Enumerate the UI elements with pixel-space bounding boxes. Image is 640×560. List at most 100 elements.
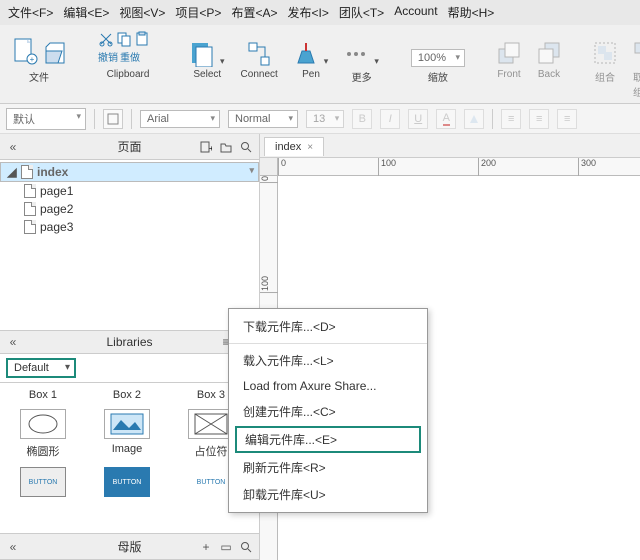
svg-text:+: + — [30, 55, 35, 64]
more-icon[interactable] — [344, 41, 368, 67]
widget-box2[interactable]: Box 2 — [88, 389, 166, 401]
panel-collapse-icon[interactable]: « — [6, 335, 20, 349]
library-dropdown[interactable]: Default — [6, 358, 76, 378]
page-item-2[interactable]: page2 — [0, 200, 259, 218]
zoom-group: 100% 缩放 — [407, 31, 469, 84]
menu-arrange[interactable]: 布置<A> — [231, 4, 277, 21]
file-group: + 文件 — [8, 31, 70, 84]
clipboard-group: 撤销 重做 Clipboard — [94, 31, 162, 80]
ungroup-icon — [633, 41, 640, 67]
page-icon — [24, 202, 36, 216]
page-root[interactable]: ◢ index — [0, 162, 259, 182]
ctx-import-library[interactable]: 载入元件库...<L> — [229, 347, 427, 374]
panel-collapse-icon[interactable]: « — [6, 540, 20, 554]
search-pages-icon[interactable] — [239, 140, 253, 154]
widget-box1[interactable]: Box 1 — [4, 389, 82, 401]
page-icon — [24, 184, 36, 198]
group-group[interactable]: 组合 — [589, 31, 621, 84]
add-folder-icon[interactable] — [219, 140, 233, 154]
svg-text:+: + — [209, 144, 212, 153]
connect-icon[interactable] — [247, 41, 271, 67]
bold-button[interactable]: B — [352, 109, 372, 129]
menu-account[interactable]: Account — [394, 4, 437, 21]
expand-icon[interactable]: ◢ — [7, 165, 17, 179]
align-right-button[interactable]: ≡ — [557, 109, 577, 129]
back-icon — [537, 41, 561, 67]
zoom-select[interactable]: 100% — [411, 49, 465, 67]
canvas-tabstrip: index× — [260, 134, 640, 158]
align-center-button[interactable]: ≡ — [529, 109, 549, 129]
ungroup-group[interactable]: 取消组合 — [629, 31, 640, 99]
group-icon — [593, 41, 617, 67]
italic-button[interactable]: I — [380, 109, 400, 129]
menu-project[interactable]: 项目<P> — [175, 4, 221, 21]
ruler-horizontal: 0 100 200 300 — [278, 158, 640, 176]
underline-button[interactable]: U — [408, 109, 428, 129]
ctx-refresh-library[interactable]: 刷新元件库<R> — [229, 454, 427, 481]
pen-icon[interactable] — [294, 41, 318, 67]
align-left-button[interactable]: ≡ — [501, 109, 521, 129]
select-icon[interactable] — [190, 41, 214, 67]
main-toolbar: + 文件 撤销 重做 Clipboard ▾ Select Connect ▾ … — [0, 25, 640, 104]
search-masters-icon[interactable] — [239, 540, 253, 554]
menu-team[interactable]: 团队<T> — [339, 4, 384, 21]
add-page-icon[interactable]: + — [199, 140, 213, 154]
new-file-icon[interactable]: + — [12, 37, 38, 67]
masters-panel-header: « 母版 + ▭ — [0, 533, 259, 560]
font-weight-select[interactable]: Normal — [228, 110, 298, 128]
widget-button1[interactable]: BUTTON — [4, 467, 82, 497]
page-item-3[interactable]: page3 — [0, 218, 259, 236]
page-icon — [24, 220, 36, 234]
pen-group[interactable]: ▾ Pen — [290, 31, 333, 80]
widget-button2[interactable]: BUTTON — [88, 467, 166, 497]
canvas-tab-index[interactable]: index× — [264, 137, 324, 156]
ctx-load-from-share[interactable]: Load from Axure Share... — [229, 374, 427, 398]
left-panel: « 页面 + ◢ index page1 page2 page3 « Libra… — [0, 134, 260, 560]
ctx-create-library[interactable]: 创建元件库...<C> — [229, 398, 427, 425]
more-group[interactable]: ▾ 更多 — [340, 31, 383, 84]
pages-panel-header: « 页面 + — [0, 134, 259, 160]
menu-file[interactable]: 文件<F> — [8, 4, 53, 21]
libraries-panel: « Libraries ≡ Default Box 1 Box 2 Box 3 … — [0, 330, 259, 533]
font-select[interactable]: Arial — [140, 110, 220, 128]
library-grid: Box 1 Box 2 Box 3 椭圆形 Image 占位符 BUTTON B… — [0, 383, 259, 533]
add-master-folder-icon[interactable]: ▭ — [219, 540, 233, 554]
paste-icon[interactable] — [134, 31, 150, 47]
back-group[interactable]: Back — [533, 31, 565, 80]
close-tab-icon[interactable]: × — [307, 142, 313, 153]
front-group[interactable]: Front — [493, 31, 525, 80]
libraries-panel-header: « Libraries ≡ — [0, 331, 259, 354]
undo-text-icon[interactable]: 撤销 — [98, 49, 118, 64]
connect-group[interactable]: Connect — [237, 31, 282, 80]
widget-image[interactable]: Image — [88, 409, 166, 459]
ctx-edit-library[interactable]: 编辑元件库...<E> — [235, 426, 421, 453]
open-file-icon[interactable] — [44, 37, 66, 67]
add-master-icon[interactable]: + — [199, 540, 213, 554]
menu-edit[interactable]: 编辑<E> — [63, 4, 109, 21]
file-label: 文件 — [29, 69, 49, 84]
copy-icon[interactable] — [116, 31, 132, 47]
page-icon — [21, 165, 33, 179]
widget-ellipse[interactable]: 椭圆形 — [4, 409, 82, 459]
panel-collapse-icon[interactable]: « — [6, 140, 20, 154]
text-color-button[interactable]: A — [436, 109, 456, 129]
options-bar: 默认 Arial Normal 13 B I U A ≡ ≡ ≡ — [0, 104, 640, 134]
clipboard-label: Clipboard — [107, 69, 150, 80]
style-preset-select[interactable]: 默认 — [6, 108, 86, 130]
font-size-select[interactable]: 13 — [306, 110, 344, 128]
cut-icon[interactable] — [98, 31, 114, 47]
library-context-menu: 下载元件库...<D> 载入元件库...<L> Load from Axure … — [228, 308, 428, 513]
redo-text-icon[interactable]: 重做 — [120, 49, 140, 64]
menu-bar: 文件<F> 编辑<E> 视图<V> 项目<P> 布置<A> 发布<I> 团队<T… — [0, 0, 640, 25]
widget-style-icon[interactable] — [103, 109, 123, 129]
library-selector: Default — [0, 354, 259, 383]
menu-view[interactable]: 视图<V> — [119, 4, 165, 21]
menu-publish[interactable]: 发布<I> — [287, 4, 328, 21]
ruler-corner — [260, 158, 278, 176]
select-group[interactable]: ▾ Select — [186, 31, 229, 80]
page-item-1[interactable]: page1 — [0, 182, 259, 200]
fill-color-button[interactable] — [464, 109, 484, 129]
ctx-download-library[interactable]: 下载元件库...<D> — [229, 313, 427, 340]
menu-help[interactable]: 帮助<H> — [448, 4, 495, 21]
ctx-unload-library[interactable]: 卸载元件库<U> — [229, 481, 427, 508]
